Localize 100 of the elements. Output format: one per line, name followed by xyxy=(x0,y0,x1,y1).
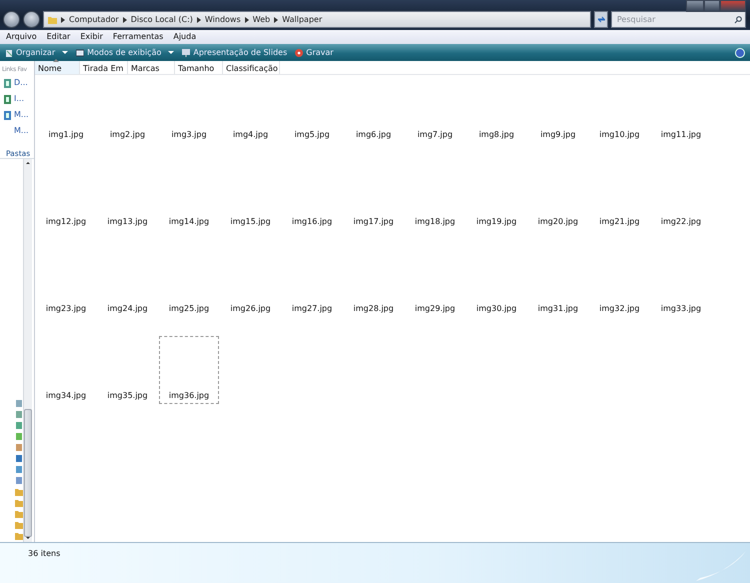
breadcrumb-item[interactable]: Computador xyxy=(69,14,119,26)
file-item[interactable]: img28.jpg xyxy=(344,249,404,317)
file-name: img5.jpg xyxy=(294,129,330,141)
chevron-icon xyxy=(196,16,201,22)
file-name: img2.jpg xyxy=(110,129,146,141)
breadcrumb-item[interactable]: Web xyxy=(252,14,270,26)
column-header[interactable]: Tirada Em xyxy=(80,61,128,74)
menu-item[interactable]: Ferramentas xyxy=(112,31,164,43)
swoosh-drawing xyxy=(696,551,746,581)
maximize-button[interactable] xyxy=(704,0,720,12)
file-name: img32.jpg xyxy=(599,303,640,315)
menu-item[interactable]: Exibir xyxy=(80,31,103,43)
file-item[interactable]: img31.jpg xyxy=(528,249,588,317)
toolbar-button[interactable]: Gravar xyxy=(295,46,334,58)
file-item[interactable]: img12.jpg xyxy=(36,162,96,230)
file-item[interactable]: img21.jpg xyxy=(590,162,650,230)
column-header[interactable]: Classificação xyxy=(223,61,280,74)
column-header[interactable]: Tamanho xyxy=(175,61,223,74)
file-item[interactable]: img26.jpg xyxy=(220,249,280,317)
file-item[interactable]: img23.jpg xyxy=(36,249,96,317)
file-item[interactable]: img7.jpg xyxy=(405,75,465,143)
file-item[interactable]: img33.jpg xyxy=(651,249,711,317)
file-name: img8.jpg xyxy=(478,129,514,141)
file-name: img16.jpg xyxy=(292,216,332,228)
file-item[interactable]: img30.jpg xyxy=(466,249,526,317)
file-name: img19.jpg xyxy=(476,216,517,228)
favorite-link[interactable]: D... xyxy=(0,75,34,91)
search-box[interactable]: Pesquisar xyxy=(611,11,746,28)
file-name: img24.jpg xyxy=(107,303,148,315)
file-item[interactable]: img3.jpg xyxy=(159,75,219,143)
file-item[interactable]: img24.jpg xyxy=(98,249,158,317)
chevron-icon xyxy=(244,16,249,22)
file-item[interactable]: img10.jpg xyxy=(590,75,650,143)
file-item[interactable]: img20.jpg xyxy=(528,162,588,230)
menu-item[interactable]: Arquivo xyxy=(6,31,37,43)
file-item[interactable]: img34.jpg xyxy=(36,336,96,404)
file-item[interactable]: img36.jpg xyxy=(159,336,219,404)
file-item[interactable]: img8.jpg xyxy=(466,75,526,143)
file-item[interactable]: img13.jpg xyxy=(98,162,158,230)
disc-icon xyxy=(295,48,304,56)
file-item[interactable]: img19.jpg xyxy=(466,162,526,230)
file-name: img13.jpg xyxy=(107,216,148,228)
file-name: img25.jpg xyxy=(168,303,210,315)
scroll-thumb[interactable] xyxy=(24,409,32,537)
file-item[interactable]: img35.jpg xyxy=(98,336,158,404)
file-item[interactable]: img15.jpg xyxy=(220,162,280,230)
search-icon xyxy=(734,16,742,24)
chevron-icon xyxy=(274,16,278,22)
search-field[interactable]: Pesquisar xyxy=(615,12,734,26)
file-item[interactable]: img4.jpg xyxy=(220,75,280,143)
file-item[interactable]: img2.jpg xyxy=(98,75,158,143)
file-item[interactable]: img18.jpg xyxy=(405,162,465,230)
column-header[interactable]: Marcas xyxy=(128,61,175,74)
file-item[interactable]: img11.jpg xyxy=(651,75,711,143)
file-item[interactable]: img5.jpg xyxy=(282,75,342,143)
file-name: img27.jpg xyxy=(292,303,332,315)
close-button[interactable] xyxy=(720,0,746,12)
file-item[interactable]: img22.jpg xyxy=(651,162,711,230)
file-item[interactable]: img16.jpg xyxy=(282,162,342,230)
file-name: img35.jpg xyxy=(107,390,148,402)
file-name: img15.jpg xyxy=(230,216,271,228)
file-item[interactable]: img25.jpg xyxy=(159,249,219,317)
refresh-button[interactable] xyxy=(594,11,608,28)
forward-button[interactable] xyxy=(23,11,40,28)
file-name: img30.jpg xyxy=(476,303,517,315)
slideshow-icon xyxy=(182,48,190,56)
file-item[interactable]: img29.jpg xyxy=(405,249,465,317)
file-item[interactable]: img1.jpg xyxy=(36,75,96,143)
toolbar-button[interactable]: Apresentação de Slides xyxy=(182,46,288,58)
file-name: img34.jpg xyxy=(46,390,86,402)
toolbar-button[interactable]: Organizar xyxy=(5,46,68,58)
file-name: img1.jpg xyxy=(48,129,84,141)
file-item[interactable]: img14.jpg xyxy=(159,162,219,230)
menu-item[interactable]: Ajuda xyxy=(173,31,196,43)
scrollbar[interactable] xyxy=(23,159,32,542)
back-button[interactable] xyxy=(3,11,20,28)
breadcrumb-item[interactable]: Windows xyxy=(204,14,241,26)
address-bar[interactable]: Computador Disco Local (C:) Windows Web Wallpaper xyxy=(43,11,591,28)
file-item[interactable]: img9.jpg xyxy=(528,75,588,143)
favorite-link[interactable]: M... xyxy=(0,123,34,139)
file-item[interactable]: img32.jpg xyxy=(590,249,650,317)
file-item[interactable]: img27.jpg xyxy=(282,249,342,317)
file-name: img4.jpg xyxy=(232,129,268,141)
minimize-button[interactable] xyxy=(686,0,704,12)
help-icon[interactable] xyxy=(735,48,745,58)
chevron-icon xyxy=(122,16,127,22)
chevron-icon xyxy=(61,16,65,22)
toolbar-button[interactable]: Modos de exibição xyxy=(76,46,174,58)
file-name: img6.jpg xyxy=(356,129,392,141)
breadcrumb-item[interactable]: Wallpaper xyxy=(282,14,322,26)
sort-arrow-icon xyxy=(53,59,59,62)
file-item[interactable]: img17.jpg xyxy=(344,162,404,230)
column-header[interactable]: Nome xyxy=(35,61,80,74)
caret-icon xyxy=(62,51,68,54)
favorite-link[interactable]: I... xyxy=(0,91,34,107)
menu-item[interactable]: Editar xyxy=(46,31,70,43)
file-item[interactable]: img6.jpg xyxy=(344,75,404,143)
breadcrumb-item[interactable]: Disco Local (C:) xyxy=(130,14,193,26)
favorite-link[interactable]: M... xyxy=(0,107,34,123)
file-name: img18.jpg xyxy=(414,216,456,228)
